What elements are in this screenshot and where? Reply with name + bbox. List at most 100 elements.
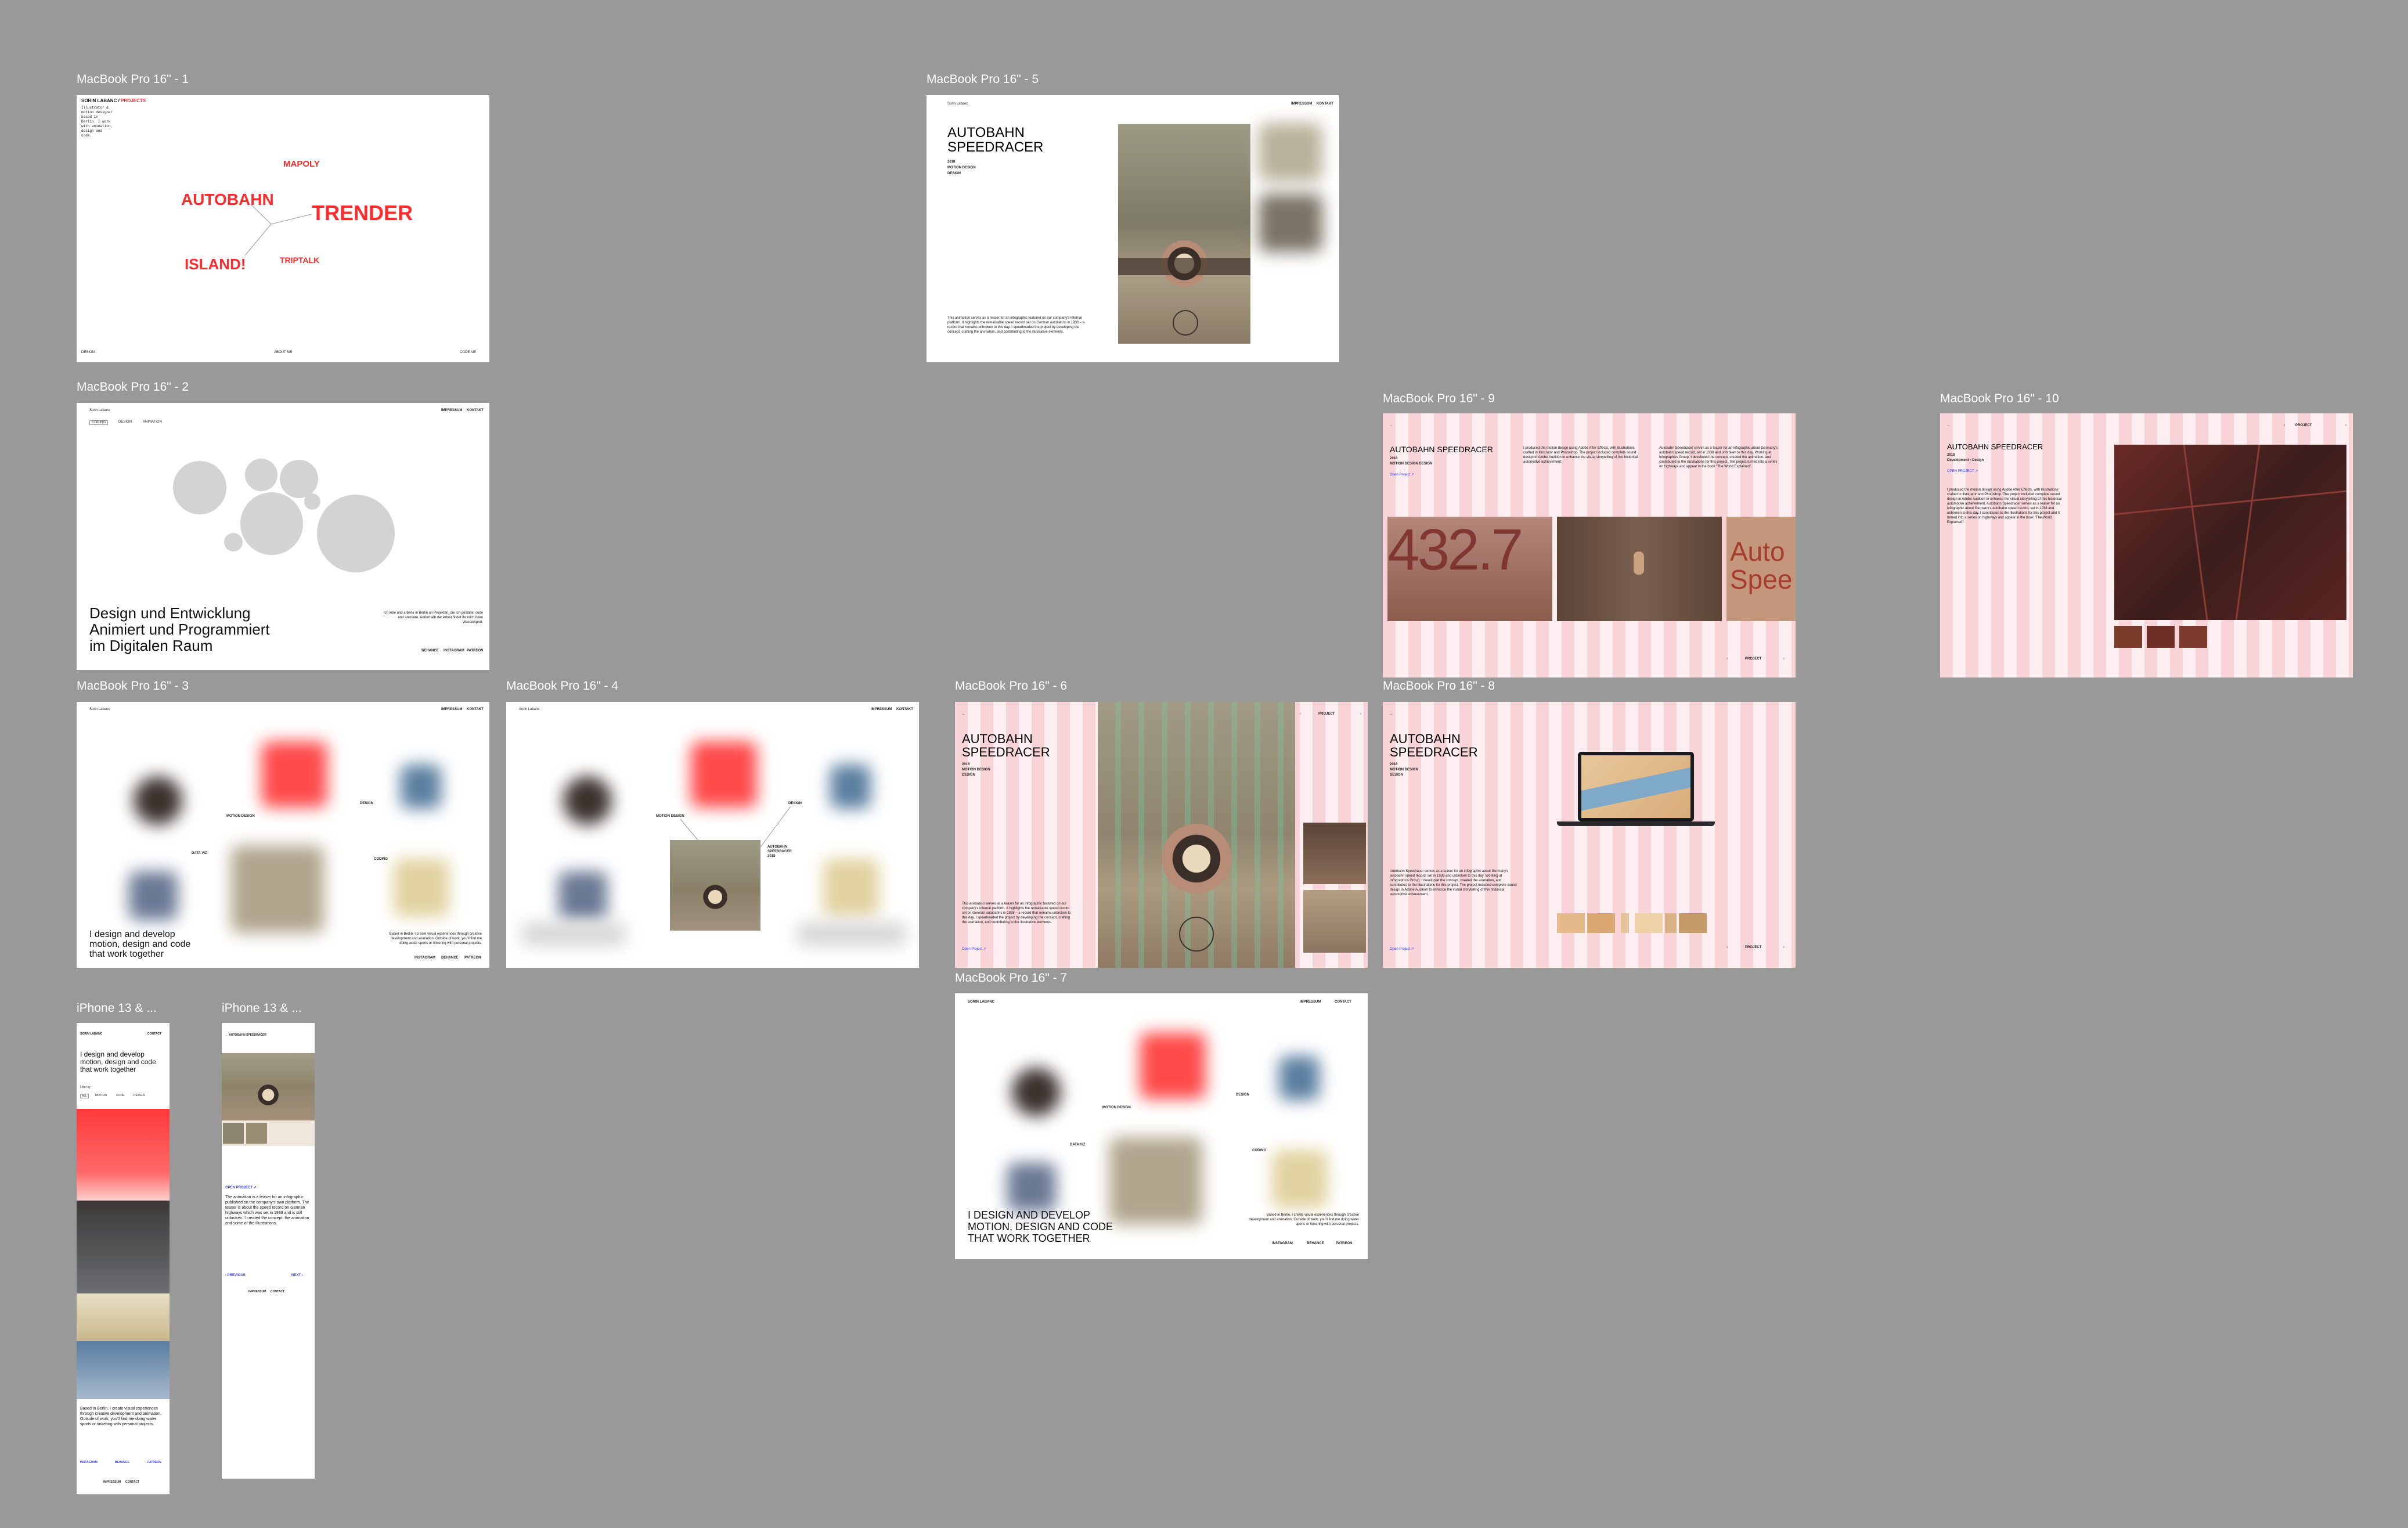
footer-impressum[interactable]: IMPRESSUM xyxy=(103,1480,121,1484)
frame-label-p2[interactable]: iPhone 13 & ... xyxy=(222,1001,302,1015)
laptop-mockup[interactable] xyxy=(1578,752,1694,821)
thumb-1[interactable] xyxy=(1557,913,1585,933)
tab-coding[interactable]: CODING xyxy=(89,420,108,425)
next-arrow-icon[interactable]: › xyxy=(1783,946,1785,949)
frame-label-7[interactable]: MacBook Pro 16" - 7 xyxy=(955,971,1067,985)
frame-label-4[interactable]: MacBook Pro 16" - 4 xyxy=(506,679,618,693)
blurred-thumb-3[interactable] xyxy=(1279,1056,1320,1100)
brand[interactable]: Sorin Labanc xyxy=(947,102,968,106)
frame-macbook-7[interactable]: SORIN LABANC IMPRESSUM CONTACT MOTION DE… xyxy=(955,993,1368,1259)
back-arrow-icon[interactable]: ← xyxy=(962,712,965,716)
back-arrow-icon[interactable]: ← xyxy=(1390,424,1393,427)
thumb-3[interactable] xyxy=(1621,913,1629,933)
tab-animation[interactable]: ANIMATION xyxy=(143,420,162,424)
tag-design[interactable]: DESIGN xyxy=(1236,1093,1249,1097)
footer-patreon[interactable]: PATREON xyxy=(464,956,481,960)
bubble-6[interactable] xyxy=(304,493,320,510)
frame-label-p1[interactable]: iPhone 13 & ... xyxy=(77,1001,157,1015)
tag-coding[interactable]: CODING xyxy=(1252,1149,1266,1152)
frame-label-1[interactable]: MacBook Pro 16" - 1 xyxy=(77,73,189,87)
footer-patreon[interactable]: PATREON xyxy=(1336,1242,1352,1245)
gallery-image-3[interactable]: Auto Spee xyxy=(1726,517,1796,621)
bubble-1[interactable] xyxy=(173,461,226,514)
tag-motion-design[interactable]: MOTION DESIGN xyxy=(1102,1106,1131,1109)
nav-contact[interactable]: CONTACT xyxy=(147,1032,161,1036)
next-link[interactable]: NEXT › xyxy=(291,1274,303,1277)
blurred-thumb-1[interactable] xyxy=(1259,123,1322,181)
link-patreon[interactable]: PATREON xyxy=(147,1461,161,1464)
blurred-thumb-1[interactable] xyxy=(134,776,182,825)
frame-macbook-2[interactable]: Sorin Labanc CODING DESIGN ANIMATION IMP… xyxy=(77,403,489,670)
prev-arrow-icon[interactable]: ‹ xyxy=(2284,424,2285,427)
frame-macbook-5[interactable]: Sorin Labanc IMPRESSUM KONTAKT AUTOBAHN S… xyxy=(927,95,1339,362)
side-thumb-2[interactable] xyxy=(1303,890,1366,953)
footer-contact[interactable]: CONTACT xyxy=(125,1480,139,1484)
tag-coding[interactable]: CODING xyxy=(374,857,388,861)
frame-label-5[interactable]: MacBook Pro 16" - 5 xyxy=(927,73,1039,87)
tag-data-viz[interactable]: DATA VIZ xyxy=(1070,1143,1086,1147)
frame-macbook-10[interactable]: ← ‹ PROJECT › AUTOBAHN SPEEDRACER 2018 De… xyxy=(1940,413,2353,677)
blurred-thumb-3[interactable] xyxy=(401,765,441,809)
blurred-thumb-6[interactable] xyxy=(394,859,449,917)
frame-macbook-6[interactable]: ← AUTOBAHN SPEEDRACER 2018 MOTION DESIGN DE… xyxy=(955,702,1368,968)
filter-motion[interactable]: MOTION xyxy=(95,1094,107,1097)
gallery-image-2[interactable] xyxy=(1557,517,1722,621)
brand[interactable]: Sorin Labanc xyxy=(89,409,110,412)
footer-behance[interactable]: BEHANCE xyxy=(421,649,439,653)
prev-arrow-icon[interactable]: ‹ xyxy=(1726,946,1728,949)
frame-label-8[interactable]: MacBook Pro 16" - 8 xyxy=(1383,679,1495,693)
footer-impressum[interactable]: IMPRESSUM xyxy=(248,1290,266,1293)
footer-instagram[interactable]: INSTAGRAM xyxy=(444,649,464,653)
thumb-1[interactable] xyxy=(223,1123,244,1144)
project-hero-image[interactable] xyxy=(1118,124,1250,344)
thumb-1[interactable] xyxy=(2114,626,2142,648)
frame-label-6[interactable]: MacBook Pro 16" - 6 xyxy=(955,679,1067,693)
blurred-thumb-4[interactable] xyxy=(1109,1137,1202,1224)
nav-kontakt[interactable]: KONTAKT xyxy=(467,409,484,412)
link-behance[interactable]: BEHANCE xyxy=(115,1461,129,1464)
tag-data-viz[interactable]: DATA VIZ xyxy=(192,852,207,855)
footer-instagram[interactable]: INSTAGRAM xyxy=(1272,1242,1293,1245)
brand[interactable]: SORIN LABANC xyxy=(80,1032,102,1036)
blurred-thumb-4[interactable] xyxy=(231,846,324,933)
nav-contact[interactable]: CONTACT xyxy=(1335,1000,1351,1004)
frame-macbook-1[interactable]: SORIN LABANC / PROJECTS Illustrator & mo… xyxy=(77,95,489,362)
thumb-5[interactable] xyxy=(1665,913,1677,933)
nav-impressum[interactable]: IMPRESSUM xyxy=(1291,102,1312,106)
next-arrow-icon[interactable]: › xyxy=(1360,712,1361,716)
thumb-2[interactable] xyxy=(246,1123,267,1144)
project-hero-image[interactable] xyxy=(1098,702,1295,968)
project-card-2[interactable] xyxy=(77,1201,170,1293)
bubble-7[interactable] xyxy=(224,533,243,552)
gallery-image-1[interactable]: 432.7 xyxy=(1387,517,1552,621)
filter-code[interactable]: CODE xyxy=(116,1094,124,1097)
frame-label-2[interactable]: MacBook Pro 16" - 2 xyxy=(77,380,189,394)
brand[interactable]: Sorin Labanc xyxy=(89,708,110,711)
footer-about[interactable]: ABOUT ME xyxy=(274,351,292,354)
footer-behance[interactable]: BEHANCE xyxy=(441,956,459,960)
project-card-4[interactable] xyxy=(77,1341,170,1399)
bubble-5[interactable] xyxy=(317,495,395,572)
filter-all[interactable]: ALL xyxy=(80,1094,89,1098)
blurred-thumb-6[interactable] xyxy=(1272,1150,1328,1208)
back-link[interactable]: ← AUTOBAHN SPEEDRACER xyxy=(225,1033,266,1037)
frame-iphone-1[interactable]: SORIN LABANC CONTACT I design and develo… xyxy=(77,1023,170,1494)
bubble-2[interactable] xyxy=(245,459,277,491)
frame-macbook-8[interactable]: ← AUTOBAHN SPEEDRACER 2018 MOTION DESIGN DE… xyxy=(1383,702,1796,968)
open-project-link[interactable]: Open Project ↗ xyxy=(1390,473,1414,477)
nav-kontakt[interactable]: KONTAKT xyxy=(467,708,484,711)
frame-label-10[interactable]: MacBook Pro 16" - 10 xyxy=(1940,392,2059,406)
side-thumb-1[interactable] xyxy=(1303,823,1366,884)
nav-contact[interactable]: KONTAKT xyxy=(1317,102,1333,106)
tag-motion-design[interactable]: MOTION DESIGN xyxy=(226,815,255,818)
frame-macbook-3[interactable]: Sorin Labanc IMPRESSUM KONTAKT MOTION DE… xyxy=(77,702,489,968)
link-instagram[interactable]: INSTAGRAM xyxy=(80,1461,98,1464)
back-arrow-icon[interactable]: ← xyxy=(1947,424,1951,427)
footer-code[interactable]: CODE ME xyxy=(460,351,476,354)
brand[interactable]: SORIN LABANC xyxy=(968,1000,994,1004)
thumb-4[interactable] xyxy=(1635,913,1663,933)
frame-iphone-2[interactable]: ← AUTOBAHN SPEEDRACER OPEN PROJECT ↗ The… xyxy=(222,1023,315,1479)
open-project-link[interactable]: OPEN PROJECT ↗ xyxy=(1947,469,1978,473)
frame-label-9[interactable]: MacBook Pro 16" - 9 xyxy=(1383,392,1495,406)
footer-patreon[interactable]: PATREON xyxy=(467,649,483,653)
